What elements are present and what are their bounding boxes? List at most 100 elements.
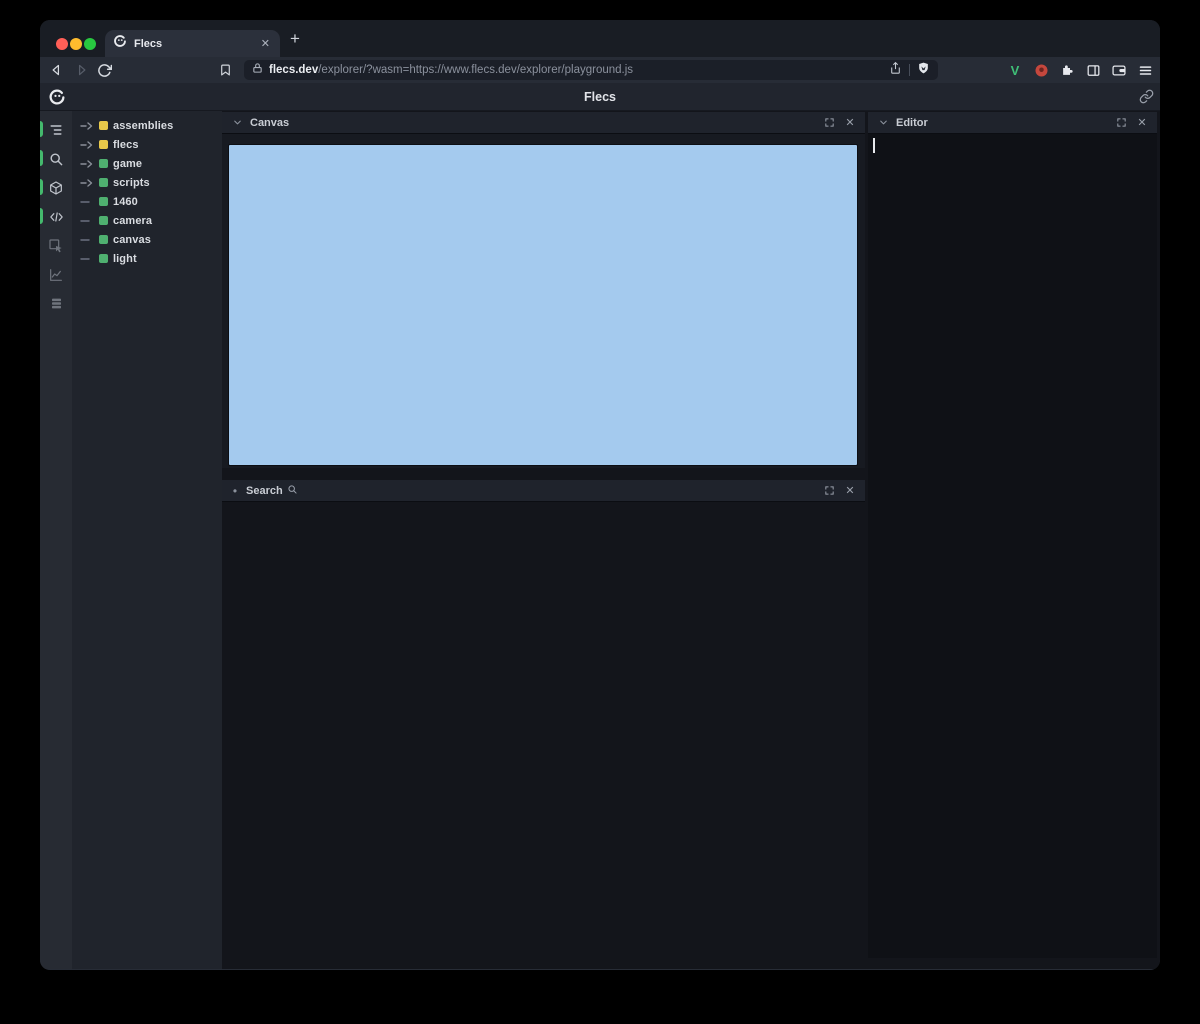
flecs-logo-icon[interactable] (48, 88, 66, 111)
entity-label[interactable]: assemblies (113, 120, 173, 132)
render-canvas[interactable] (228, 144, 858, 466)
collapse-chevron-icon[interactable] (875, 115, 891, 131)
tree-row[interactable]: camera (72, 211, 222, 230)
main-area: Canvas ✕ • Search (222, 111, 1160, 969)
leaf-dash-icon (80, 255, 94, 263)
url-path: /explorer/?wasm=https://www.flecs.dev/ex… (318, 64, 633, 76)
entity-label[interactable]: scripts (113, 177, 150, 189)
tree-row[interactable]: flecs (72, 135, 222, 154)
entity-label[interactable]: flecs (113, 139, 139, 151)
sidebar-statistics-icon[interactable] (40, 262, 72, 287)
tree-row[interactable]: canvas (72, 230, 222, 249)
share-icon[interactable] (889, 61, 902, 80)
reload-button[interactable] (95, 61, 113, 79)
expand-arrow-icon[interactable] (80, 160, 94, 168)
editor-panel: Editor ✕ (868, 112, 1157, 958)
fullscreen-icon[interactable] (1113, 115, 1129, 131)
sidebar-code-icon[interactable] (40, 204, 72, 229)
entity-label[interactable]: 1460 (113, 196, 138, 208)
sidebar-inspector-icon[interactable] (40, 233, 72, 258)
close-icon[interactable]: ✕ (842, 115, 858, 131)
collapsed-bullet-icon[interactable]: • (229, 484, 241, 498)
entity-color-square (99, 159, 108, 168)
entity-label[interactable]: canvas (113, 234, 151, 246)
search-panel-header: • Search ✕ (222, 480, 865, 502)
sidebar-tables-icon[interactable] (40, 291, 72, 316)
canvas-panel-title: Canvas (250, 117, 816, 129)
leaf-dash-icon (80, 236, 94, 244)
brave-shield-icon[interactable] (917, 61, 930, 80)
expand-arrow-icon[interactable] (80, 141, 94, 149)
minimize-window-button[interactable] (70, 38, 82, 50)
bookmark-icon[interactable] (216, 61, 234, 79)
entity-label[interactable]: game (113, 158, 142, 170)
tree-row[interactable]: light (72, 249, 222, 268)
editor-panel-header: Editor ✕ (868, 112, 1157, 134)
search-panel-title: Search (246, 485, 283, 497)
entity-color-square (99, 121, 108, 130)
editor-panel-title: Editor (896, 117, 1108, 129)
app-content: assemblies flecs (40, 111, 1160, 969)
tree-row[interactable]: assemblies (72, 116, 222, 135)
entity-label[interactable]: light (113, 253, 137, 265)
active-indicator (40, 121, 43, 137)
active-indicator (40, 208, 43, 224)
extensions-puzzle-icon[interactable] (1058, 60, 1076, 80)
entity-color-square (99, 140, 108, 149)
active-indicator (40, 179, 43, 195)
wallet-icon[interactable] (1110, 60, 1128, 80)
tree-row[interactable]: game (72, 154, 222, 173)
canvas-panel-body (222, 134, 865, 468)
fullscreen-icon[interactable] (821, 483, 837, 499)
sidebar-tree-view-icon[interactable] (40, 117, 72, 142)
sidebar-toggle-icon[interactable] (1084, 60, 1102, 80)
app-header: Flecs (40, 83, 1160, 111)
canvas-panel: Canvas ✕ (222, 112, 865, 468)
browser-toolbar: flecs.dev/explorer/?wasm=https://www.fle… (40, 57, 1160, 83)
leaf-dash-icon (80, 198, 94, 206)
editor-text-area[interactable] (868, 134, 1157, 958)
fullscreen-icon[interactable] (821, 115, 837, 131)
expand-arrow-icon[interactable] (80, 179, 94, 187)
search-panel: • Search ✕ (222, 480, 865, 502)
back-button[interactable] (48, 61, 66, 79)
search-magnifier-icon (287, 482, 298, 500)
tab-close-icon[interactable]: ✕ (259, 37, 272, 50)
collapse-chevron-icon[interactable] (229, 115, 245, 131)
vue-devtools-extension-icon[interactable]: V (1006, 60, 1024, 80)
icon-sidebar (40, 111, 72, 969)
red-extension-icon[interactable] (1032, 60, 1050, 80)
extension-cluster: V (1006, 60, 1154, 80)
expand-arrow-icon[interactable] (80, 122, 94, 130)
browser-window: Flecs ✕ + flecs.dev/explorer/?wasm=https… (40, 20, 1160, 970)
entity-color-square (99, 235, 108, 244)
menu-hamburger-icon[interactable] (1136, 60, 1154, 80)
tab-title: Flecs (134, 38, 252, 50)
url-host: flecs.dev (269, 64, 318, 76)
lock-icon (252, 61, 263, 79)
maximize-window-button[interactable] (84, 38, 96, 50)
tree-row[interactable]: scripts (72, 173, 222, 192)
url-text: flecs.dev/explorer/?wasm=https://www.fle… (269, 64, 883, 76)
canvas-panel-header: Canvas ✕ (222, 112, 865, 134)
entity-color-square (99, 178, 108, 187)
browser-tab[interactable]: Flecs ✕ (105, 30, 280, 57)
share-link-icon[interactable] (1139, 89, 1154, 109)
entity-tree: assemblies flecs (72, 111, 222, 969)
entity-color-square (99, 216, 108, 225)
forward-button[interactable] (72, 61, 90, 79)
tab-strip: Flecs ✕ + (40, 20, 1160, 57)
active-indicator (40, 150, 43, 166)
close-icon[interactable]: ✕ (842, 483, 858, 499)
tree-row[interactable]: 1460 (72, 192, 222, 211)
leaf-dash-icon (80, 217, 94, 225)
entity-label[interactable]: camera (113, 215, 152, 227)
url-bar[interactable]: flecs.dev/explorer/?wasm=https://www.fle… (244, 60, 938, 80)
new-tab-button[interactable]: + (290, 29, 300, 49)
sidebar-entities-cube-icon[interactable] (40, 175, 72, 200)
close-icon[interactable]: ✕ (1134, 115, 1150, 131)
close-window-button[interactable] (56, 38, 68, 50)
sidebar-search-icon[interactable] (40, 146, 72, 171)
entity-color-square (99, 254, 108, 263)
divider (909, 64, 910, 76)
